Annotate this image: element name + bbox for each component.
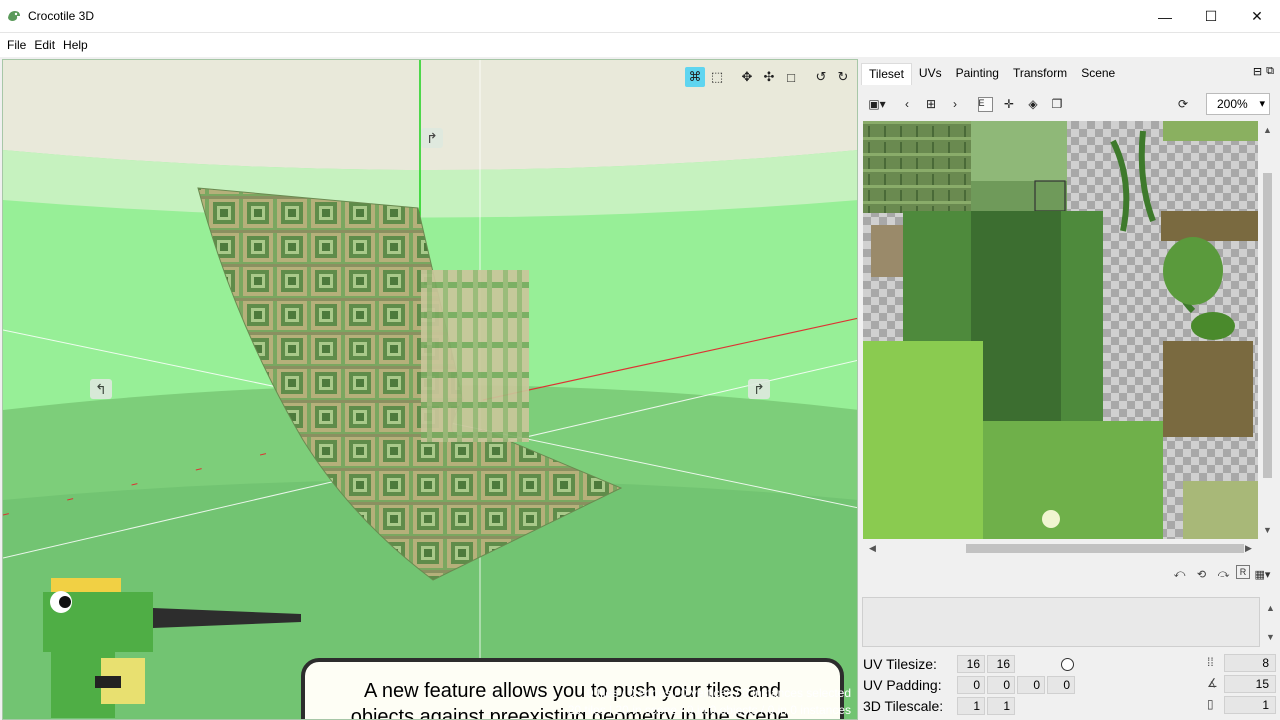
scene-render (3, 60, 857, 719)
scroll-up-icon[interactable]: ▲ (1263, 125, 1272, 135)
layers-icon[interactable]: ◈ (1023, 94, 1043, 114)
uv-padding-3[interactable]: 0 (1017, 676, 1045, 694)
tileset-image (863, 121, 1258, 539)
3d-tilescale-y[interactable]: 1 (987, 697, 1015, 715)
tab-scene[interactable]: Scene (1074, 63, 1122, 85)
reset-r-icon[interactable]: R (1236, 565, 1250, 579)
toolbar-separator (803, 67, 809, 87)
grid-dropdown-icon[interactable]: ▦▾ (1253, 565, 1272, 584)
tileset-horizontal-scrollbar[interactable]: ◀ ▶ (863, 540, 1258, 557)
pivot-icon[interactable]: ✣ (759, 67, 779, 87)
rotate-left-icon[interactable]: ↺ (811, 67, 831, 87)
grid-value[interactable]: 8 (1224, 654, 1276, 672)
mirror-icon[interactable]: ⤼ (1214, 565, 1233, 584)
push-right-arrow-icon[interactable]: ↱ (748, 379, 770, 399)
scroll-thumb[interactable] (1263, 173, 1272, 478)
crosshair-icon[interactable]: ✛ (999, 94, 1019, 114)
menu-bar: File Edit Help (0, 33, 1280, 57)
grid-icon[interactable]: ⊞ (921, 94, 941, 114)
perspective-cube-icon[interactable]: ⬚ (707, 67, 727, 87)
scroll-down-icon[interactable]: ▼ (1266, 632, 1275, 642)
3d-tilescale-row: 3D Tilescale: 1 1 (863, 697, 1017, 715)
tileset-vertical-scrollbar[interactable]: ▲ ▼ (1259, 121, 1276, 539)
uv-tilesize-x[interactable]: 16 (957, 655, 985, 673)
3d-tilescale-label: 3D Tilescale: (863, 698, 944, 714)
window-title: Crocotile 3D (28, 9, 95, 23)
tileset-toolbar: ▣▾ ‹ ⊞ › E ✛ ◈ ❐ ⟳ 200% ▾ (861, 89, 1280, 119)
circle-toggle-icon[interactable] (1061, 657, 1074, 671)
zoom-value: 200% (1217, 97, 1248, 111)
uv-padding-label: UV Padding: (863, 677, 942, 693)
next-icon[interactable]: › (945, 94, 965, 114)
popout-icon[interactable]: ⧉ (1266, 65, 1274, 78)
scroll-up-icon[interactable]: ▲ (1266, 603, 1275, 613)
prev-icon[interactable]: ‹ (897, 94, 917, 114)
push-up-arrow-icon[interactable]: ↱ (421, 128, 443, 148)
scene-status: 20 tiles | 20 in scene / 0 in 0 objects … (567, 703, 851, 717)
toolbar-separator (729, 67, 735, 87)
minimize-button[interactable]: — (1142, 0, 1188, 33)
angle-value[interactable]: 15 (1224, 675, 1276, 693)
chevron-down-icon: ▾ (1259, 98, 1265, 110)
notes-textarea[interactable] (862, 597, 1260, 647)
flip-icon[interactable]: ⤺ (1170, 565, 1189, 584)
zoom-select[interactable]: 200% ▾ (1206, 93, 1270, 115)
move-icon[interactable]: ✥ (737, 67, 757, 87)
scroll-thumb[interactable] (966, 544, 1244, 553)
uv-padding-4[interactable]: 0 (1047, 676, 1075, 694)
duplicate-icon[interactable]: ❐ (1047, 94, 1067, 114)
viewport-toolbar: ⌘ ⬚ ✥ ✣ □ ↺ ↻ (685, 67, 853, 87)
push-left-arrow-icon[interactable]: ↰ (90, 379, 112, 399)
scroll-right-icon[interactable]: ▶ (1245, 543, 1252, 554)
tab-painting[interactable]: Painting (949, 63, 1006, 85)
uv-tilesize-y[interactable]: 16 (987, 655, 1015, 673)
book-icon: ▯ (1207, 697, 1214, 711)
3d-tilescale-x[interactable]: 1 (957, 697, 985, 715)
grid-dots-icon: ⁞⁞ (1207, 655, 1214, 669)
scroll-down-icon[interactable]: ▼ (1263, 525, 1272, 535)
rotate-right-icon[interactable]: ↻ (833, 67, 853, 87)
camera-icon[interactable]: ⌘ (685, 67, 705, 87)
menu-file[interactable]: File (3, 38, 30, 52)
selection-status: 0 tiles / 0 edges / 0 vertices / 0 insta… (586, 686, 851, 700)
panel-tabs: Tileset UVs Painting Transform Scene (861, 63, 1122, 85)
refresh-icon[interactable]: ⟳ (1173, 94, 1193, 114)
rotate-dashed-icon[interactable]: ⟲ (1192, 565, 1211, 584)
scroll-left-icon[interactable]: ◀ (869, 543, 876, 554)
square-icon[interactable]: □ (781, 67, 801, 87)
tab-uvs[interactable]: UVs (912, 63, 949, 85)
3d-viewport[interactable]: ⌘ ⬚ ✥ ✣ □ ↺ ↻ ↱ ↰ ↱ A new feature allows… (2, 59, 858, 720)
menu-edit[interactable]: Edit (30, 38, 59, 52)
title-bar: Crocotile 3D — ☐ ✕ (0, 0, 1280, 33)
image-dropdown-icon[interactable]: ▣▾ (867, 94, 887, 114)
right-panel: Tileset UVs Painting Transform Scene ⊟ ⧉… (861, 59, 1280, 720)
uv-padding-2[interactable]: 0 (987, 676, 1015, 694)
maximize-button[interactable]: ☐ (1188, 0, 1234, 33)
crocodile-logo-icon (8, 11, 20, 21)
close-button[interactable]: ✕ (1234, 0, 1280, 33)
menu-help[interactable]: Help (59, 38, 92, 52)
uv-padding-row: UV Padding: 0 0 0 0 (863, 676, 1077, 694)
uv-tilesize-row: UV Tilesize: 16 16 (863, 655, 1074, 673)
tile-transform-tools: ⤺ ⟲ ⤼ R ▦▾ (1170, 565, 1272, 584)
angle-icon: ∡ (1207, 676, 1218, 690)
book-value[interactable]: 1 (1224, 696, 1276, 714)
tab-transform[interactable]: Transform (1006, 63, 1074, 85)
uv-padding-1[interactable]: 0 (957, 676, 985, 694)
edit-e-icon[interactable]: E (977, 96, 993, 112)
tileset-canvas[interactable] (863, 121, 1258, 539)
tab-tileset[interactable]: Tileset (861, 63, 912, 85)
uv-tilesize-label: UV Tilesize: (863, 656, 937, 672)
undock-icon[interactable]: ⊟ (1253, 65, 1262, 78)
